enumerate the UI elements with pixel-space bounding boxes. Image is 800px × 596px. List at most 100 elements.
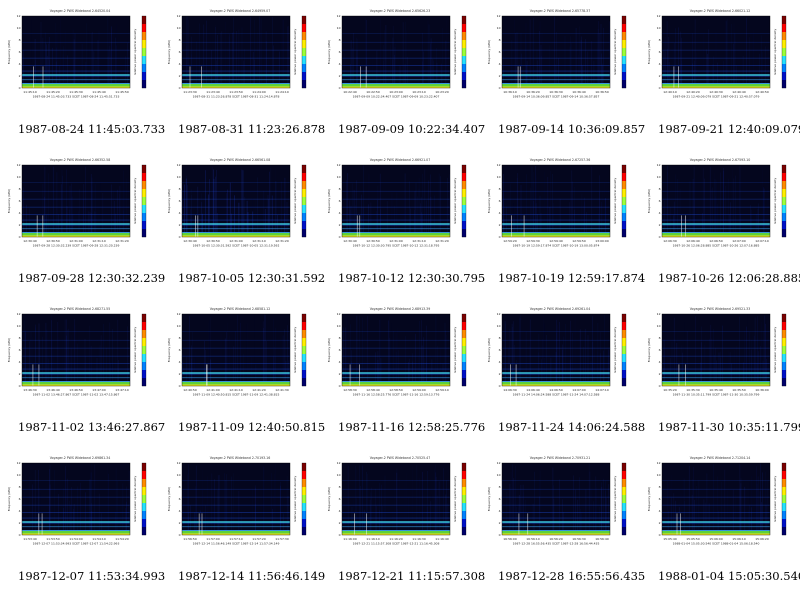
y-tick-label: 8 xyxy=(339,336,341,340)
harmonic-band xyxy=(22,224,130,226)
noise-streak xyxy=(406,30,407,88)
noise-streak xyxy=(711,188,712,237)
x-tick-label: 11:24:10 xyxy=(275,90,289,94)
noise-streak xyxy=(554,16,555,89)
noise-streak xyxy=(760,463,761,535)
noise-streak xyxy=(263,328,264,386)
noise-streak xyxy=(570,320,571,386)
spectrogram-thumbnail: Voyager-2 PWS Wideband 2-69521.33 Frequen… xyxy=(646,306,794,404)
noise-streak xyxy=(750,349,752,386)
noise-streak xyxy=(394,46,396,88)
y-tick-label: 2 xyxy=(179,223,181,227)
spectrogram-thumbnail: Voyager-2 PWS Wideband 2-65778.37 Frequen… xyxy=(486,8,634,106)
noise-streak xyxy=(580,39,582,88)
noise-streak xyxy=(367,315,368,386)
noise-streak xyxy=(673,493,675,535)
colorbar-segment xyxy=(302,173,306,182)
x-tick-label: 12:06:30 xyxy=(663,239,677,243)
noise-streak xyxy=(730,202,731,237)
y-tick-label: 4 xyxy=(339,360,341,364)
y-axis-label: Frequency (kHz) xyxy=(167,487,171,511)
colorbar-segment xyxy=(142,16,146,25)
bright-band xyxy=(22,74,130,76)
x-tick-label: 12:41:10 xyxy=(229,388,243,392)
bright-band xyxy=(182,372,290,374)
noise-streak xyxy=(526,174,527,237)
noise-streak xyxy=(351,495,352,535)
harmonic-band xyxy=(22,75,130,77)
harmonic-band xyxy=(502,373,610,375)
noise-streak xyxy=(747,27,748,88)
x-tick-label: 12:31:10 xyxy=(252,239,266,243)
colorbar-segment xyxy=(462,354,466,363)
harmonic-band xyxy=(22,504,130,506)
y-tick-label: 2 xyxy=(179,74,181,78)
y-tick-label: 4 xyxy=(659,509,661,513)
noise-streak xyxy=(250,16,251,88)
noise-streak xyxy=(514,345,515,386)
colorbar-segment xyxy=(142,72,146,81)
colorbar-segment xyxy=(302,495,306,504)
bright-band xyxy=(22,521,130,523)
spectrogram-thumbnail: Voyager-2 PWS Wideband 2-70931.21 Frequen… xyxy=(486,455,634,553)
noise-streak xyxy=(433,496,435,535)
noise-streak xyxy=(514,491,516,535)
colorbar-label: relative power spectral density xyxy=(453,476,457,523)
noise-streak xyxy=(107,16,109,89)
noise-streak xyxy=(574,316,576,386)
noise-streak xyxy=(220,333,222,386)
noise-streak xyxy=(56,172,58,237)
noise-streak xyxy=(434,195,435,237)
x-tick-label: 12:31:00 xyxy=(229,239,243,243)
y-tick-label: 10 xyxy=(497,175,501,179)
harmonic-band xyxy=(502,526,610,528)
y-tick-label: 10 xyxy=(337,175,341,179)
vertical-artifact xyxy=(523,215,525,237)
y-axis-label: Frequency (kHz) xyxy=(647,189,651,213)
noise-streak xyxy=(344,36,345,88)
spectrogram-card: Voyager-2 PWS Wideband 2-68913.39 Frequen… xyxy=(320,298,485,447)
vertical-artifact xyxy=(517,66,519,88)
spectrogram-thumbnail: Voyager-2 PWS Wideband 2-69261.04 Frequen… xyxy=(486,306,634,404)
harmonic-band xyxy=(502,504,610,506)
low-frequency-peak xyxy=(22,533,130,535)
noise-streak xyxy=(121,197,123,237)
noise-streak xyxy=(345,327,347,386)
noise-streak xyxy=(395,39,396,89)
vertical-artifact xyxy=(189,66,191,88)
harmonic-band xyxy=(662,65,770,66)
colorbar-segment xyxy=(142,213,146,222)
noise-streak xyxy=(445,40,447,88)
spectrogram-thumbnail: Voyager-2 PWS Wideband 2-68271.55 Frequen… xyxy=(6,306,154,404)
y-axis-label: Frequency (kHz) xyxy=(647,487,651,511)
colorbar-segment xyxy=(782,346,786,355)
colorbar-segment xyxy=(622,511,626,520)
harmonic-band xyxy=(182,480,290,481)
colorbar-segment xyxy=(782,338,786,347)
noise-streak xyxy=(182,189,183,237)
noise-streak xyxy=(595,487,597,535)
harmonic-band xyxy=(662,214,770,215)
noise-streak xyxy=(510,471,512,535)
spectrogram-thumbnail: Voyager-2 PWS Wideband 2-64959.07 Frequen… xyxy=(166,8,314,106)
time-range-footer: 1987-10-19 12:59:17.874 SCET 1987-10-19 … xyxy=(513,244,600,248)
spectrogram-card: Voyager-2 PWS Wideband 2-66921.07 Frequen… xyxy=(320,149,485,298)
spectrogram-svg: Voyager-2 PWS Wideband 2-70525.47 Frequen… xyxy=(326,455,474,553)
y-tick-label: 0 xyxy=(659,533,661,537)
noise-streak xyxy=(728,178,729,237)
x-tick-label: 11:57:20 xyxy=(252,537,266,541)
colorbar-segment xyxy=(782,32,786,41)
x-tick-label: 14:07:00 xyxy=(572,388,586,392)
bright-band xyxy=(502,223,610,225)
noise-streak xyxy=(583,346,584,386)
y-tick-label: 12 xyxy=(17,14,21,18)
noise-streak xyxy=(366,474,368,535)
harmonic-band xyxy=(22,33,130,34)
y-tick-label: 6 xyxy=(19,50,21,54)
spectrogram-svg: Voyager-2 PWS Wideband 2-66021.12 Frequen… xyxy=(646,8,794,106)
noise-streak xyxy=(445,486,446,535)
time-range-footer: 1988-01-04 15:05:30.540 SCET 1988-01-04 … xyxy=(673,542,760,546)
colorbar-segment xyxy=(302,221,306,230)
noise-streak xyxy=(390,345,391,386)
spectrogram-svg: Voyager-2 PWS Wideband 2-69861.34 Frequen… xyxy=(6,455,154,553)
